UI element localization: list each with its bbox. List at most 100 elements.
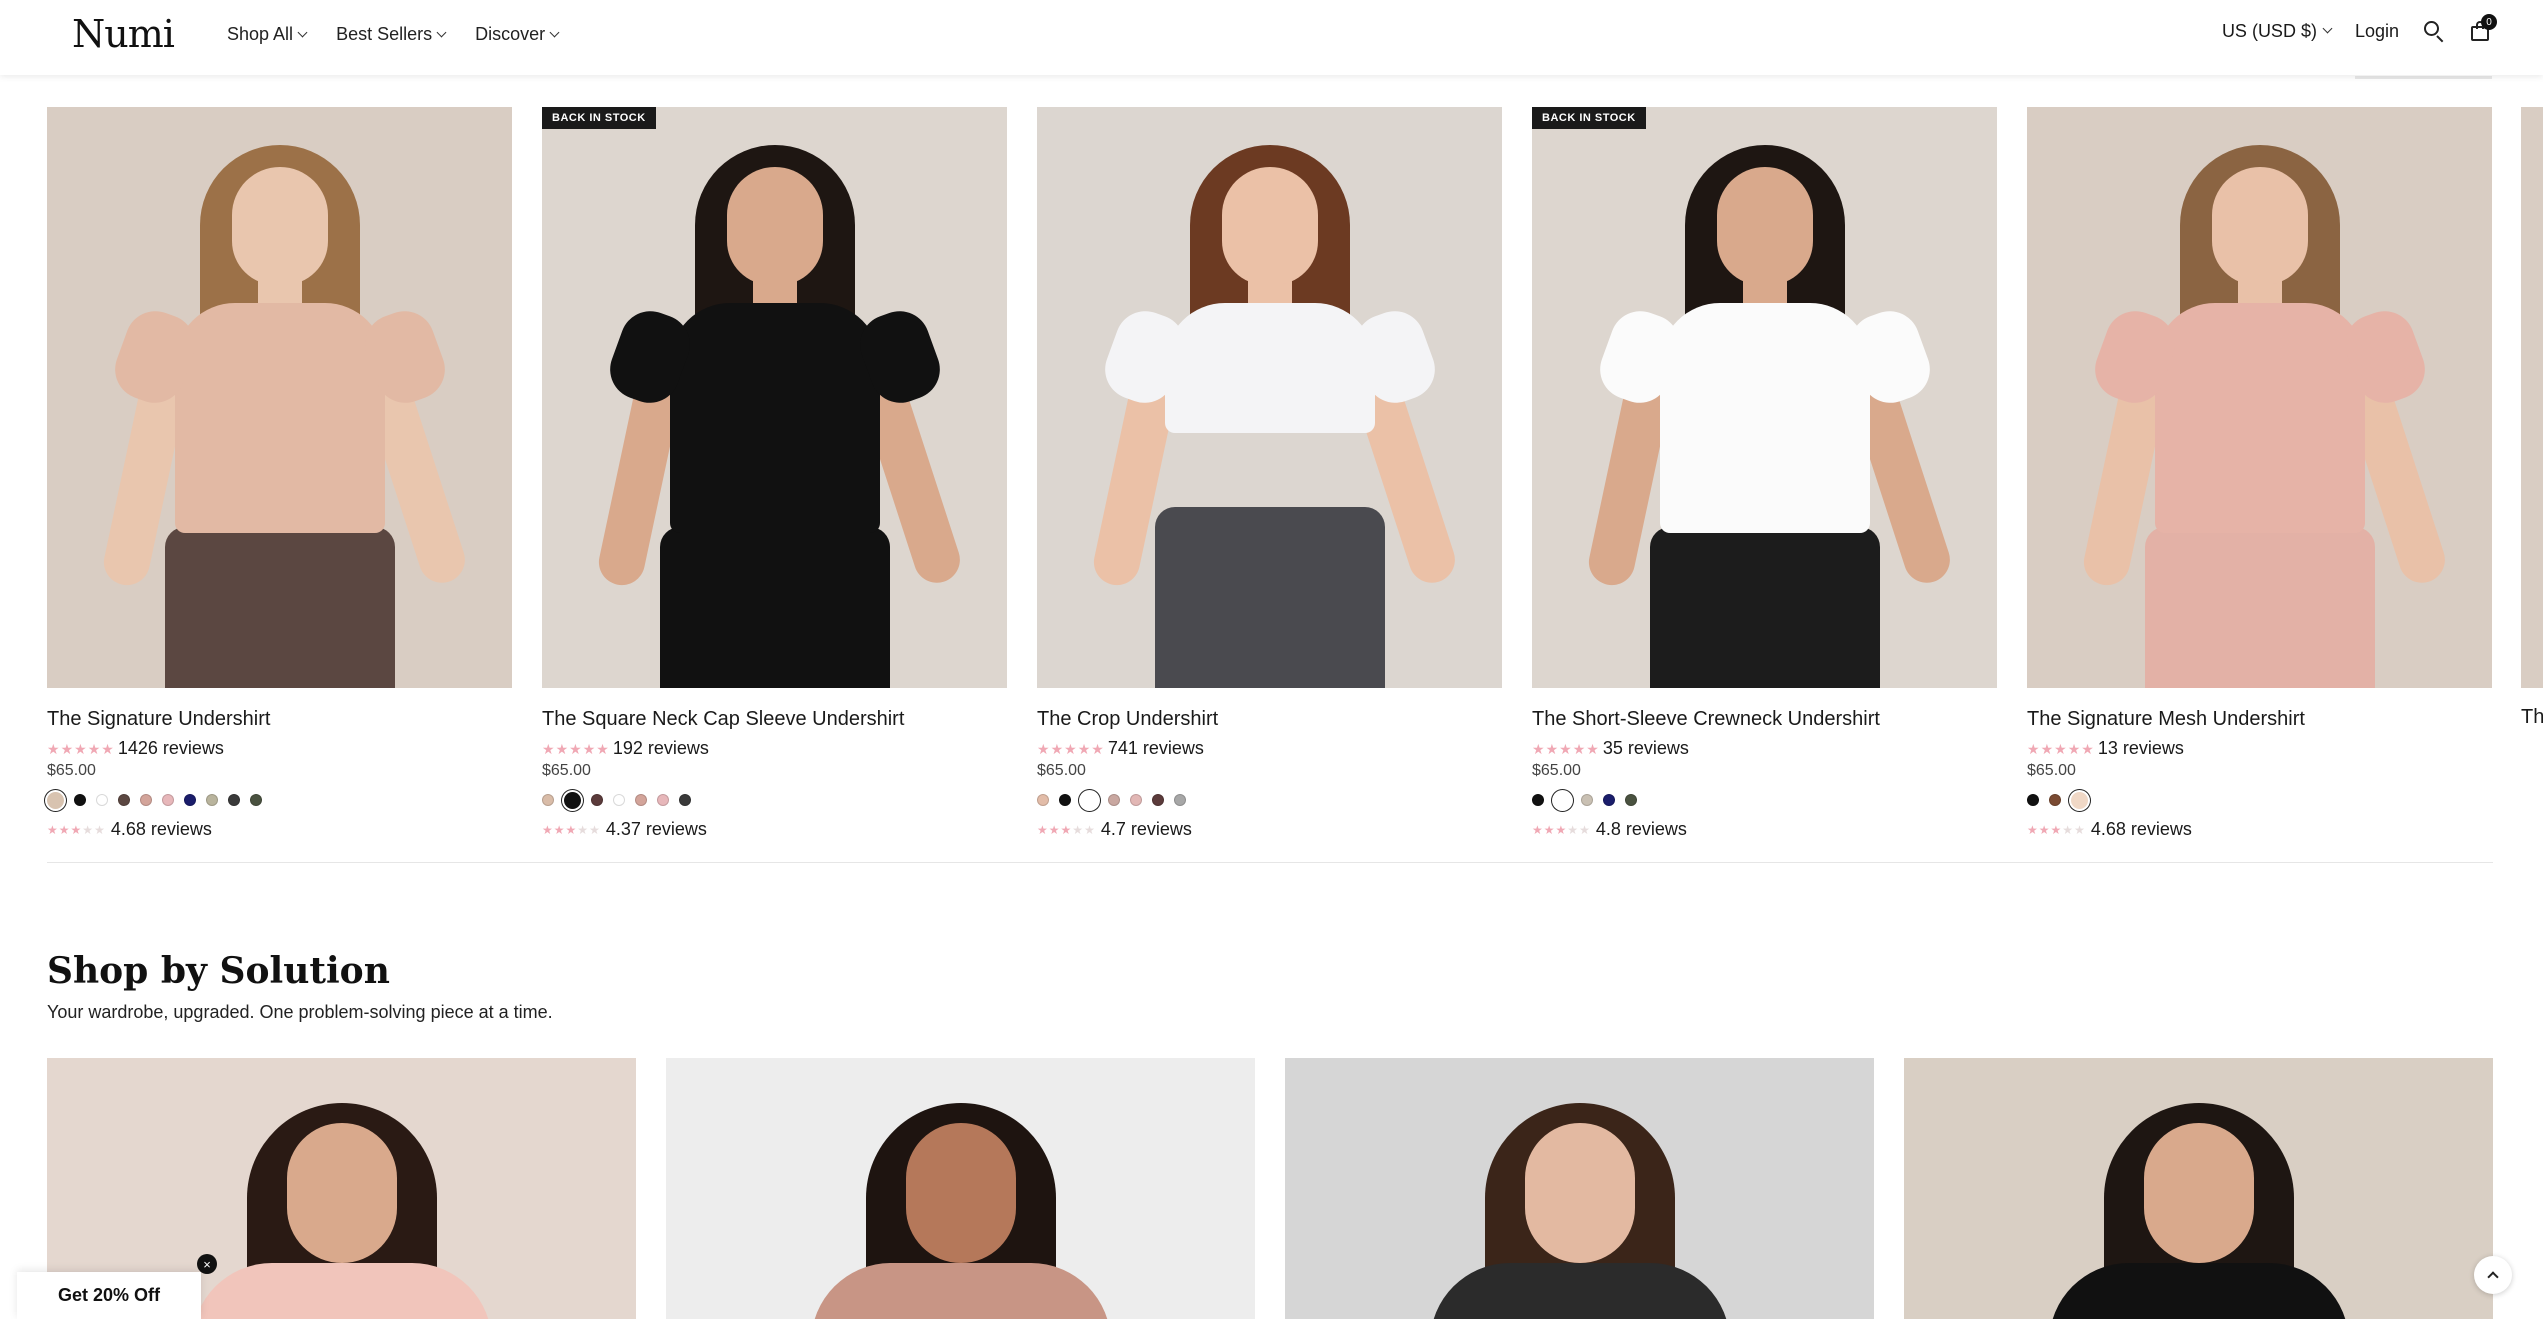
star-icon: ★ — [1072, 822, 1084, 837]
product-rating[interactable]: ★ ★ ★ ★ ★ 741 reviews — [1037, 738, 1502, 759]
nav-best-sellers[interactable]: Best Sellers — [336, 24, 447, 45]
product-image[interactable] — [2027, 107, 2492, 688]
color-swatch[interactable] — [1554, 791, 1571, 809]
star-icon: ★ — [2027, 740, 2040, 757]
product-price: $65.00 — [1037, 762, 1086, 779]
scroll-to-top-button[interactable] — [2474, 1256, 2512, 1294]
color-swatch[interactable] — [613, 794, 625, 806]
color-swatch[interactable] — [74, 794, 86, 806]
star-icon: ★ — [47, 822, 58, 837]
product-card[interactable]: BACK IN STOCK The Square Neck Cap Sleeve … — [542, 107, 1007, 840]
color-swatch[interactable] — [250, 794, 262, 806]
promo-button[interactable]: Get 20% Off — [17, 1272, 201, 1319]
color-swatch[interactable] — [1532, 794, 1544, 806]
color-swatch[interactable] — [1037, 794, 1049, 806]
secondary-rating[interactable]: ★ ★ ★ ★ ★ 4.68 reviews — [2027, 819, 2492, 840]
color-swatch[interactable] — [1581, 794, 1593, 806]
color-swatches — [2027, 790, 2492, 810]
star-icon: ★ — [1579, 822, 1590, 837]
star-icon: ★ — [1064, 740, 1077, 757]
color-swatch[interactable] — [657, 794, 669, 806]
currency-selector[interactable]: US (USD $) — [2222, 21, 2333, 42]
star-icon: ★ — [2054, 740, 2067, 757]
star-icon: ★ — [2040, 740, 2054, 757]
secondary-rating[interactable]: ★ ★ ★ ★ ★ 4.8 reviews — [1532, 819, 1997, 840]
product-rating[interactable]: ★ ★ ★ ★ ★ 35 reviews — [1532, 738, 1997, 759]
product-price: $65.00 — [2027, 762, 2076, 779]
solution-card[interactable] — [666, 1058, 1255, 1319]
color-swatch[interactable] — [1059, 794, 1071, 806]
nav-discover[interactable]: Discover — [475, 24, 560, 45]
rating-stars: ★ ★ ★ ★ ★ — [47, 742, 114, 756]
product-rating[interactable]: ★ ★ ★ ★ ★ 13 reviews — [2027, 738, 2492, 759]
solution-card[interactable] — [1285, 1058, 1874, 1319]
search-icon[interactable] — [2423, 20, 2445, 43]
product-card[interactable]: The Signature Mesh Undershirt ★ ★ ★ ★ ★ 13 rev… — [2027, 107, 2492, 840]
rating-stars: ★ ★ ★ ★ ★ — [542, 824, 600, 836]
star-icon: ★ — [565, 822, 577, 837]
color-swatch[interactable] — [228, 794, 240, 806]
product-card[interactable]: BACK IN STOCK The Short-Sleeve Crewneck U… — [1532, 107, 1997, 840]
color-swatch[interactable] — [96, 794, 108, 806]
chevron-down-icon — [2322, 23, 2333, 34]
product-title[interactable]: The Crop Undershirt — [1037, 708, 1502, 731]
color-swatch[interactable] — [184, 794, 196, 806]
star-icon: ★ — [542, 740, 555, 757]
product-title[interactable]: The Signature Mesh Undershirt — [2027, 708, 2492, 731]
star-icon: ★ — [553, 822, 565, 837]
rating-stars: ★ ★ ★ ★ ★ — [47, 824, 105, 836]
product-title[interactable]: The Square Neck Cap Sleeve Undershirt — [542, 708, 1007, 731]
star-icon: ★ — [1567, 822, 1579, 837]
product-title-partial[interactable]: Th — [2521, 706, 2543, 729]
star-icon: ★ — [1572, 740, 1586, 757]
login-link[interactable]: Login — [2355, 21, 2399, 42]
star-icon: ★ — [1037, 822, 1048, 837]
product-image[interactable]: BACK IN STOCK — [1532, 107, 1997, 688]
color-swatch[interactable] — [162, 794, 174, 806]
cart-icon[interactable]: 0 — [2469, 14, 2497, 42]
nav-shop-all[interactable]: Shop All — [227, 24, 308, 45]
logo[interactable]: Numi — [72, 12, 175, 56]
color-swatch[interactable] — [635, 794, 647, 806]
star-icon: ★ — [2081, 740, 2094, 757]
color-swatch[interactable] — [679, 794, 691, 806]
product-rating[interactable]: ★ ★ ★ ★ ★ 192 reviews — [542, 738, 1007, 759]
color-swatch[interactable] — [1625, 794, 1637, 806]
color-swatch[interactable] — [1152, 794, 1164, 806]
color-swatch[interactable] — [206, 794, 218, 806]
color-swatch[interactable] — [1108, 794, 1120, 806]
product-image[interactable] — [47, 107, 512, 688]
product-title[interactable]: The Signature Undershirt — [47, 708, 512, 731]
nav-label: Discover — [475, 24, 546, 44]
product-image[interactable] — [1037, 107, 1502, 688]
product-card-partial[interactable] — [2521, 107, 2543, 688]
chevron-up-icon — [2487, 1271, 2499, 1283]
color-swatch[interactable] — [118, 794, 130, 806]
close-icon[interactable]: × — [197, 1254, 217, 1274]
secondary-rating[interactable]: ★ ★ ★ ★ ★ 4.7 reviews — [1037, 819, 1502, 840]
color-swatch[interactable] — [1174, 794, 1186, 806]
color-swatches — [47, 790, 512, 810]
color-swatch[interactable] — [2049, 794, 2061, 806]
product-title[interactable]: The Short-Sleeve Crewneck Undershirt — [1532, 708, 1997, 731]
solution-card[interactable] — [1904, 1058, 2493, 1319]
color-swatch[interactable] — [1603, 794, 1615, 806]
secondary-rating[interactable]: ★ ★ ★ ★ ★ 4.68 reviews — [47, 819, 512, 840]
color-swatch[interactable] — [2071, 791, 2088, 809]
color-swatch[interactable] — [1130, 794, 1142, 806]
color-swatch[interactable] — [564, 791, 581, 809]
main-nav: Shop All Best Sellers Discover — [227, 24, 560, 45]
product-rating[interactable]: ★ ★ ★ ★ ★ 1426 reviews — [47, 738, 512, 759]
review-count: 741 reviews — [1107, 738, 1204, 758]
site-header: Numi Shop All Best Sellers Discover US (… — [0, 0, 2543, 75]
product-card[interactable]: The Signature Undershirt ★ ★ ★ ★ ★ 1426 review… — [47, 107, 512, 840]
color-swatch[interactable] — [542, 794, 554, 806]
color-swatch[interactable] — [1081, 791, 1098, 809]
color-swatch[interactable] — [47, 791, 64, 809]
color-swatch[interactable] — [2027, 794, 2039, 806]
color-swatch[interactable] — [140, 794, 152, 806]
product-card[interactable]: The Crop Undershirt ★ ★ ★ ★ ★ 741 reviews $65.0… — [1037, 107, 1502, 840]
product-image[interactable]: BACK IN STOCK — [542, 107, 1007, 688]
secondary-rating[interactable]: ★ ★ ★ ★ ★ 4.37 reviews — [542, 819, 1007, 840]
color-swatch[interactable] — [591, 794, 603, 806]
